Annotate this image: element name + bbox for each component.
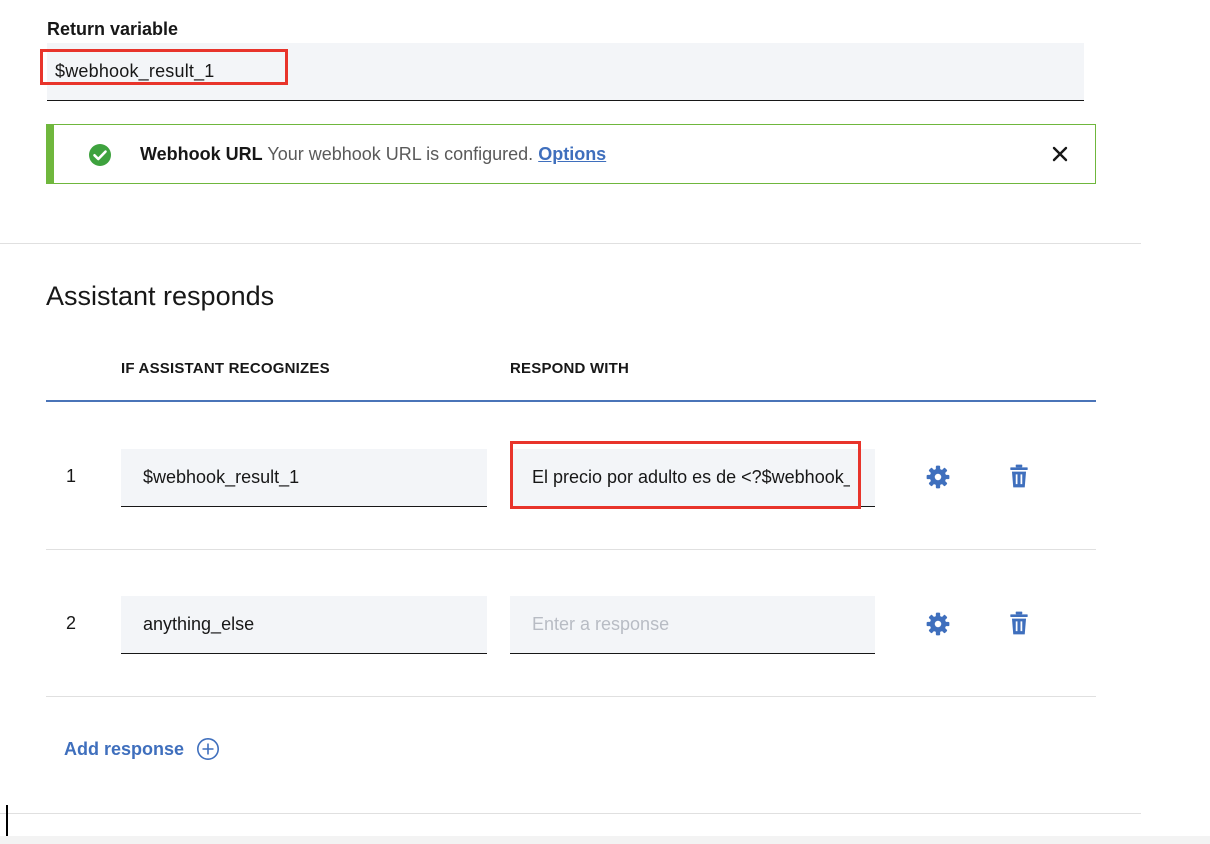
response-value: El precio por adulto es de <?$webhook_re… <box>532 467 850 487</box>
trash-icon[interactable] <box>1006 463 1032 489</box>
condition-input[interactable]: $webhook_result_1 <box>121 449 487 507</box>
notification-message: Your webhook URL is configured. <box>267 144 534 164</box>
return-variable-input[interactable]: $webhook_result_1 <box>47 43 1084 101</box>
header-rule <box>46 400 1096 402</box>
gear-icon[interactable] <box>925 611 951 637</box>
response-input[interactable]: El precio por adulto es de <?$webhook_re… <box>510 449 875 507</box>
close-icon[interactable] <box>1049 143 1071 165</box>
return-variable-label: Return variable <box>47 19 179 39</box>
section-divider <box>0 813 1141 814</box>
condition-input[interactable]: anything_else <box>121 596 487 654</box>
response-input[interactable]: Enter a response <box>510 596 875 654</box>
return-variable-value: $webhook_result_1 <box>55 61 215 81</box>
webhook-notification: Webhook URL Your webhook URL is configur… <box>46 124 1096 184</box>
checkmark-circle-icon <box>89 144 111 166</box>
condition-value: $webhook_result_1 <box>143 467 300 487</box>
add-response-button[interactable]: Add response <box>64 737 220 761</box>
row-number: 1 <box>66 466 77 486</box>
add-response-label: Add response <box>64 738 185 759</box>
bottom-band <box>0 836 1210 844</box>
gear-icon[interactable] <box>925 464 951 490</box>
notification-title: Webhook URL <box>140 144 263 164</box>
response-placeholder: Enter a response <box>532 614 670 634</box>
row-divider <box>46 549 1096 550</box>
column-header-response: RESPOND WITH <box>510 360 630 377</box>
trash-icon[interactable] <box>1006 610 1032 636</box>
row-divider <box>46 696 1096 697</box>
condition-value: anything_else <box>143 614 255 634</box>
section-divider <box>0 243 1141 244</box>
options-link[interactable]: Options <box>538 144 606 164</box>
column-header-condition: IF ASSISTANT RECOGNIZES <box>121 360 330 377</box>
text-cursor <box>6 805 8 836</box>
add-circle-icon <box>197 738 220 760</box>
row-number: 2 <box>66 613 77 633</box>
section-title: Assistant responds <box>46 281 275 311</box>
notification-text: Webhook URL Your webhook URL is configur… <box>140 144 606 165</box>
